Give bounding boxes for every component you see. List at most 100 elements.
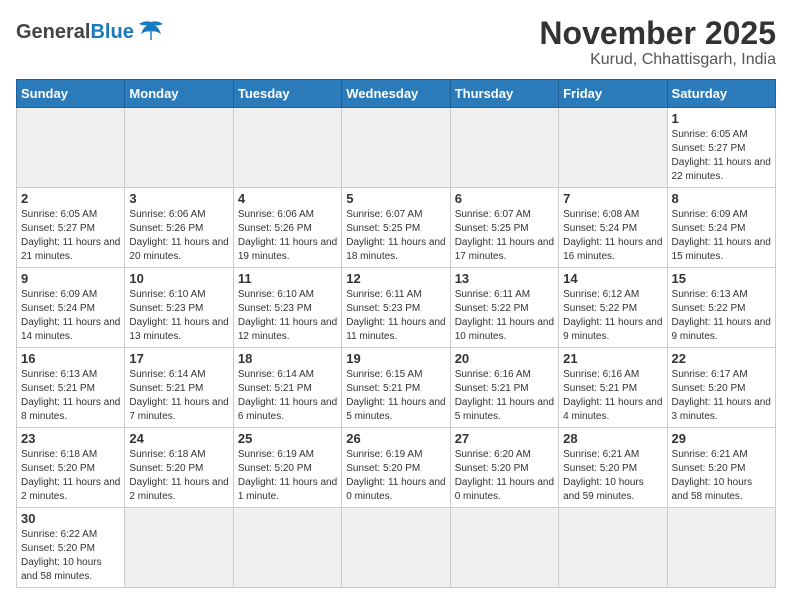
calendar-cell: 17 Sunrise: 6:14 AM Sunset: 5:21 PM Dayli… — [125, 348, 233, 428]
weekday-header-wednesday: Wednesday — [342, 80, 450, 108]
day-info: Sunrise: 6:18 AM Sunset: 5:20 PM Dayligh… — [129, 448, 228, 504]
day-info: Sunrise: 6:09 AM Sunset: 5:24 PM Dayligh… — [21, 288, 120, 344]
calendar-cell: 13 Sunrise: 6:11 AM Sunset: 5:22 PM Dayli… — [450, 268, 558, 348]
calendar-cell — [233, 108, 341, 188]
day-number: 13 — [455, 271, 554, 286]
day-number: 23 — [21, 431, 120, 446]
calendar-cell: 20Sunrise: 6:16 AM Sunset: 5:21 PM Dayli… — [450, 348, 558, 428]
day-info: Sunrise: 6:07 AM Sunset: 5:25 PM Dayligh… — [455, 208, 554, 264]
day-number: 18 — [238, 351, 337, 366]
day-number: 21 — [563, 351, 662, 366]
day-info: Sunrise: 6:19 AM Sunset: 5:20 PM Dayligh… — [238, 448, 337, 504]
weekday-header-tuesday: Tuesday — [233, 80, 341, 108]
calendar-week-row: 30Sunrise: 6:22 AM Sunset: 5:20 PM Dayli… — [17, 508, 776, 588]
weekday-header-saturday: Saturday — [667, 80, 775, 108]
calendar-cell — [667, 508, 775, 588]
calendar-cell: 6 Sunrise: 6:07 AM Sunset: 5:25 PM Daylig… — [450, 188, 558, 268]
calendar-cell: 7Sunrise: 6:08 AM Sunset: 5:24 PM Daylig… — [559, 188, 667, 268]
logo-blue-text: Blue — [90, 21, 133, 44]
day-number: 14 — [563, 271, 662, 286]
logo-bird-icon — [137, 20, 165, 42]
calendar-week-row: 9 Sunrise: 6:09 AM Sunset: 5:24 PM Daylig… — [17, 268, 776, 348]
day-info: Sunrise: 6:05 AM Sunset: 5:27 PM Dayligh… — [21, 208, 120, 264]
day-info: Sunrise: 6:21 AM Sunset: 5:20 PM Dayligh… — [672, 448, 771, 504]
calendar-cell: 27Sunrise: 6:20 AM Sunset: 5:20 PM Dayli… — [450, 428, 558, 508]
day-number: 24 — [129, 431, 228, 446]
day-number: 8 — [672, 191, 771, 206]
page-header: General Blue November 2025 Kurud, Chhatt… — [16, 16, 776, 69]
calendar-cell — [342, 508, 450, 588]
day-number: 6 — [455, 191, 554, 206]
day-info: Sunrise: 6:13 AM Sunset: 5:22 PM Dayligh… — [672, 288, 771, 344]
calendar-cell: 25 Sunrise: 6:19 AM Sunset: 5:20 PM Dayli… — [233, 428, 341, 508]
logo: General Blue — [16, 16, 165, 44]
day-number: 22 — [672, 351, 771, 366]
calendar-week-row: 2 Sunrise: 6:05 AM Sunset: 5:27 PM Daylig… — [17, 188, 776, 268]
day-number: 11 — [238, 271, 337, 286]
day-info: Sunrise: 6:19 AM Sunset: 5:20 PM Dayligh… — [346, 448, 445, 504]
day-number: 2 — [21, 191, 120, 206]
calendar-cell: 14 Sunrise: 6:12 AM Sunset: 5:22 PM Dayli… — [559, 268, 667, 348]
weekday-header-row: SundayMondayTuesdayWednesdayThursdayFrid… — [17, 80, 776, 108]
calendar-cell: 28 Sunrise: 6:21 AM Sunset: 5:20 PM Dayli… — [559, 428, 667, 508]
day-number: 17 — [129, 351, 228, 366]
calendar-cell: 3 Sunrise: 6:06 AM Sunset: 5:26 PM Daylig… — [125, 188, 233, 268]
calendar-cell: 9 Sunrise: 6:09 AM Sunset: 5:24 PM Daylig… — [17, 268, 125, 348]
calendar-cell — [559, 108, 667, 188]
calendar-cell: 5 Sunrise: 6:07 AM Sunset: 5:25 PM Daylig… — [342, 188, 450, 268]
day-number: 9 — [21, 271, 120, 286]
calendar-week-row: 23 Sunrise: 6:18 AM Sunset: 5:20 PM Dayli… — [17, 428, 776, 508]
day-info: Sunrise: 6:11 AM Sunset: 5:22 PM Dayligh… — [455, 288, 554, 344]
calendar-cell — [125, 508, 233, 588]
weekday-header-monday: Monday — [125, 80, 233, 108]
calendar-cell — [233, 508, 341, 588]
day-number: 27 — [455, 431, 554, 446]
calendar-cell: 16Sunrise: 6:13 AM Sunset: 5:21 PM Dayli… — [17, 348, 125, 428]
day-number: 29 — [672, 431, 771, 446]
calendar-cell — [125, 108, 233, 188]
day-info: Sunrise: 6:14 AM Sunset: 5:21 PM Dayligh… — [129, 368, 228, 424]
day-info: Sunrise: 6:06 AM Sunset: 5:26 PM Dayligh… — [129, 208, 228, 264]
calendar-week-row: 1 Sunrise: 6:05 AM Sunset: 5:27 PM Daylig… — [17, 108, 776, 188]
day-number: 28 — [563, 431, 662, 446]
day-number: 7 — [563, 191, 662, 206]
day-number: 3 — [129, 191, 228, 206]
page-title: November 2025 — [539, 16, 776, 51]
day-info: Sunrise: 6:21 AM Sunset: 5:20 PM Dayligh… — [563, 448, 662, 504]
calendar-cell: 22 Sunrise: 6:17 AM Sunset: 5:20 PM Dayli… — [667, 348, 775, 428]
calendar-cell: 1 Sunrise: 6:05 AM Sunset: 5:27 PM Daylig… — [667, 108, 775, 188]
day-number: 15 — [672, 271, 771, 286]
calendar-cell: 8Sunrise: 6:09 AM Sunset: 5:24 PM Daylig… — [667, 188, 775, 268]
day-number: 12 — [346, 271, 445, 286]
calendar-cell: 29 Sunrise: 6:21 AM Sunset: 5:20 PM Dayli… — [667, 428, 775, 508]
weekday-header-friday: Friday — [559, 80, 667, 108]
day-info: Sunrise: 6:12 AM Sunset: 5:22 PM Dayligh… — [563, 288, 662, 344]
day-info: Sunrise: 6:16 AM Sunset: 5:21 PM Dayligh… — [563, 368, 662, 424]
day-info: Sunrise: 6:06 AM Sunset: 5:26 PM Dayligh… — [238, 208, 337, 264]
calendar-cell — [559, 508, 667, 588]
day-info: Sunrise: 6:10 AM Sunset: 5:23 PM Dayligh… — [238, 288, 337, 344]
day-info: Sunrise: 6:13 AM Sunset: 5:21 PM Dayligh… — [21, 368, 120, 424]
day-info: Sunrise: 6:10 AM Sunset: 5:23 PM Dayligh… — [129, 288, 228, 344]
calendar-cell: 18 Sunrise: 6:14 AM Sunset: 5:21 PM Dayli… — [233, 348, 341, 428]
day-number: 26 — [346, 431, 445, 446]
calendar-week-row: 16Sunrise: 6:13 AM Sunset: 5:21 PM Dayli… — [17, 348, 776, 428]
day-info: Sunrise: 6:18 AM Sunset: 5:20 PM Dayligh… — [21, 448, 120, 504]
day-info: Sunrise: 6:15 AM Sunset: 5:21 PM Dayligh… — [346, 368, 445, 424]
day-number: 1 — [672, 111, 771, 126]
day-number: 10 — [129, 271, 228, 286]
day-info: Sunrise: 6:14 AM Sunset: 5:21 PM Dayligh… — [238, 368, 337, 424]
calendar-cell: 10 Sunrise: 6:10 AM Sunset: 5:23 PM Dayli… — [125, 268, 233, 348]
calendar-cell: 4Sunrise: 6:06 AM Sunset: 5:26 PM Daylig… — [233, 188, 341, 268]
day-info: Sunrise: 6:17 AM Sunset: 5:20 PM Dayligh… — [672, 368, 771, 424]
day-number: 25 — [238, 431, 337, 446]
calendar-cell: 19Sunrise: 6:15 AM Sunset: 5:21 PM Dayli… — [342, 348, 450, 428]
day-info: Sunrise: 6:07 AM Sunset: 5:25 PM Dayligh… — [346, 208, 445, 264]
calendar-cell: 24 Sunrise: 6:18 AM Sunset: 5:20 PM Dayli… — [125, 428, 233, 508]
calendar-cell — [450, 508, 558, 588]
day-info: Sunrise: 6:05 AM Sunset: 5:27 PM Dayligh… — [672, 128, 771, 184]
calendar-cell: 21 Sunrise: 6:16 AM Sunset: 5:21 PM Dayli… — [559, 348, 667, 428]
page-subtitle: Kurud, Chhattisgarh, India — [539, 51, 776, 69]
day-number: 5 — [346, 191, 445, 206]
calendar-table: SundayMondayTuesdayWednesdayThursdayFrid… — [16, 79, 776, 588]
